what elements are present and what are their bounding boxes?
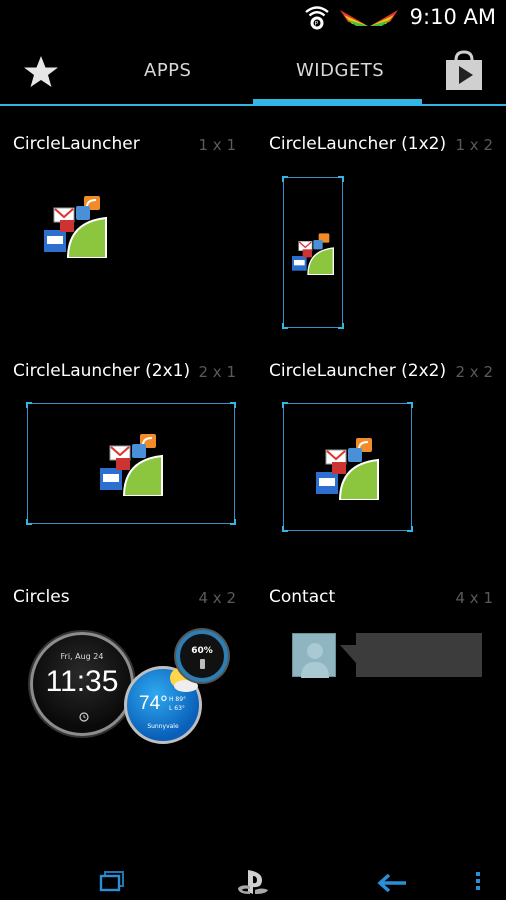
widget-title: CircleLauncher (2x2) — [269, 361, 447, 381]
widget-size: 2 x 1 — [198, 363, 237, 381]
widget-size: 2 x 2 — [455, 363, 494, 381]
tab-apps[interactable]: APPS — [144, 60, 191, 81]
circles-preview: Fri, Aug 24 11:35 74° H 89° L 63° Sunnyv… — [28, 628, 238, 758]
widget-title: CircleLauncher — [13, 134, 140, 154]
widget-size: 4 x 2 — [198, 589, 237, 607]
svg-text:P: P — [315, 21, 319, 28]
battery-circle: 60% — [176, 630, 228, 682]
circlelauncher-icon — [100, 434, 163, 496]
weather-city: Sunnyvale — [147, 723, 179, 730]
selected-tab-indicator — [253, 99, 422, 106]
weather-high: H 89° — [169, 696, 187, 703]
battery-icon — [200, 659, 205, 669]
widget-title: CircleLauncher (2x1) — [13, 361, 191, 381]
circlelauncher-icon — [292, 233, 334, 275]
recent-apps-icon[interactable] — [99, 870, 125, 892]
status-bar: P 9:10 AM — [0, 0, 506, 36]
wifi-icon: P — [305, 6, 329, 30]
clock-circle: Fri, Aug 24 11:35 — [30, 632, 134, 736]
widget-size: 4 x 1 — [455, 589, 494, 607]
play-store-icon[interactable] — [444, 50, 484, 92]
playstation-icon[interactable] — [236, 868, 270, 896]
person-icon — [301, 643, 329, 678]
clock-date: Fri, Aug 24 — [60, 652, 104, 661]
alarm-icon — [79, 712, 89, 722]
weather-temperature: 74° — [139, 693, 168, 714]
contact-avatar — [292, 633, 336, 678]
weather-high-low: H 89° L 63° — [169, 695, 186, 713]
star-icon[interactable] — [22, 53, 60, 91]
navigation-bar — [0, 860, 506, 900]
tab-widgets[interactable]: WIDGETS — [296, 60, 384, 81]
back-icon[interactable] — [376, 872, 408, 894]
tab-bar: APPS WIDGETS — [0, 36, 506, 106]
widget-title: Circles — [13, 587, 70, 607]
wings-icon — [340, 10, 398, 26]
clock-time: 11:35 — [45, 665, 119, 698]
widget-title: Contact — [269, 587, 336, 607]
status-time: 9:10 AM — [409, 5, 496, 29]
widget-title: CircleLauncher (1x2) — [269, 134, 447, 154]
widget-size: 1 x 1 — [198, 136, 237, 154]
circlelauncher-icon — [316, 438, 379, 500]
widget-size: 1 x 2 — [455, 136, 494, 154]
menu-icon[interactable] — [474, 870, 482, 892]
weather-low: L 63° — [169, 705, 185, 712]
contact-name-card — [340, 633, 482, 677]
circlelauncher-icon — [44, 196, 107, 258]
battery-percent: 60% — [191, 646, 213, 656]
